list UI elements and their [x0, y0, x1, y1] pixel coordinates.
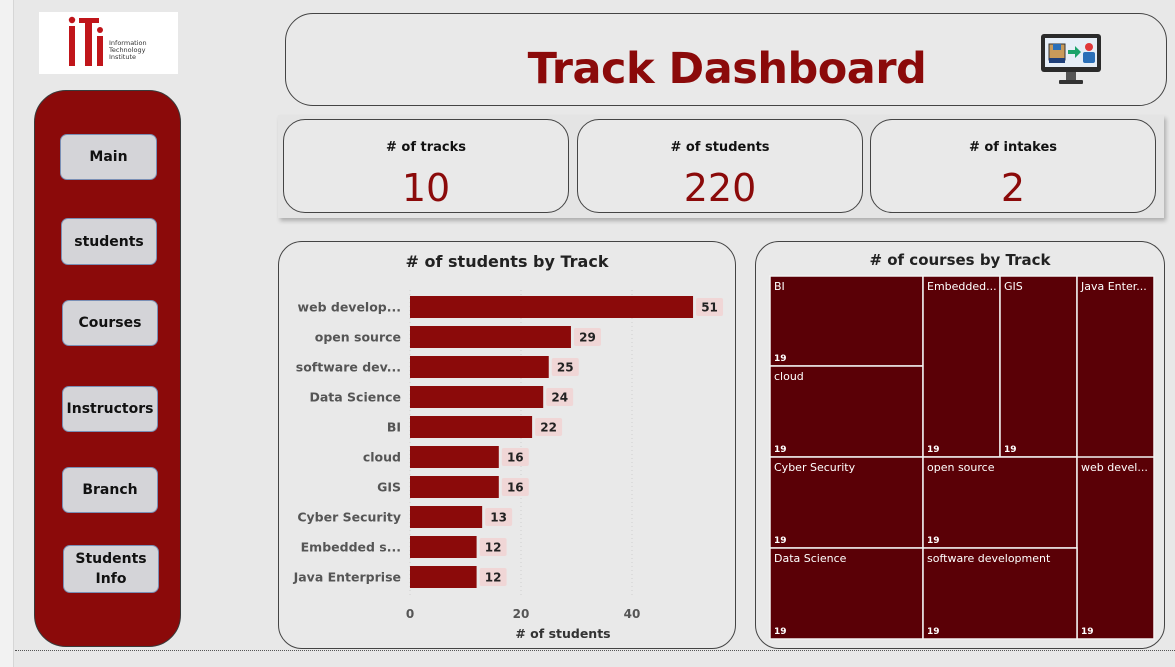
bar[interactable] [410, 536, 477, 558]
bar[interactable] [410, 476, 499, 498]
nav-button-instructors[interactable]: Instructors [62, 386, 158, 432]
treemap-tile[interactable] [769, 275, 924, 367]
treemap-tile-label: Java Enter... [1080, 280, 1147, 293]
data-label: 16 [507, 481, 524, 495]
nav-button-main[interactable]: Main [60, 134, 157, 180]
kpi-label: # of tracks [385, 140, 467, 155]
treemap-tile-label: cloud [774, 370, 804, 383]
nav-button-students[interactable]: students [61, 218, 157, 265]
page-title: Track Dashboard [527, 44, 927, 94]
treemap-tile-label: web devel... [1081, 461, 1148, 474]
kpi-label: # of intakes [968, 140, 1058, 155]
data-label: 13 [490, 511, 507, 525]
data-label: 25 [557, 361, 574, 375]
data-label: 51 [701, 301, 718, 315]
courses-by-track-panel: # of courses by Track BI 19 cloud 19 Embedde… [755, 241, 1165, 649]
y-category-label: GIS [377, 480, 401, 495]
treemap-tile[interactable] [999, 275, 1078, 458]
y-category-label: open source [315, 330, 401, 345]
treemap-tile-label: software development [927, 552, 1051, 565]
bar[interactable] [410, 386, 544, 408]
treemap-tile[interactable] [922, 275, 1001, 458]
treemap-tile-value: 19 [927, 536, 940, 546]
treemap-tile[interactable] [1076, 456, 1155, 640]
students-by-track-panel: # of students by Track 0 20 40 web develop.… [278, 241, 736, 649]
x-tick-label: 0 [406, 607, 414, 621]
kpi-value: 220 [683, 166, 757, 210]
y-category-label: web develop... [298, 300, 401, 315]
treemap-tile-value: 19 [927, 627, 940, 637]
courses-treemap: BI 19 cloud 19 Embedded... 19 GIS 19 Java Enter.… [769, 275, 1155, 640]
logo-caption: Information Technology Institute [109, 39, 147, 61]
treemap-tile-value: 19 [774, 354, 787, 364]
kpi-card-tracks: # of tracks 10 [283, 119, 569, 213]
monitor-transfer-icon [1041, 34, 1101, 84]
treemap-tile-label: BI [774, 280, 785, 293]
treemap-tile-value: 19 [1081, 627, 1094, 637]
kpi-value: 10 [401, 166, 451, 210]
y-category-label: software dev... [296, 360, 401, 375]
x-tick-label: 20 [513, 607, 530, 621]
bar[interactable] [410, 296, 694, 318]
data-label: 12 [485, 571, 502, 585]
treemap-tile-label: GIS [1004, 280, 1023, 293]
nav-button-branch[interactable]: Branch [62, 467, 158, 513]
bar[interactable] [410, 566, 477, 588]
nav-button-courses[interactable]: Courses [62, 300, 158, 346]
left-edge-strip [0, 0, 14, 667]
kpi-card-intakes: # of intakes 2 [870, 119, 1156, 213]
data-label: 12 [485, 541, 502, 555]
x-axis-title: # of students [515, 626, 610, 641]
bar[interactable] [410, 446, 499, 468]
data-label: 29 [579, 331, 596, 345]
x-tick-label: 40 [624, 607, 641, 621]
bar[interactable] [410, 416, 533, 438]
iti-logo: Information Technology Institute [39, 12, 178, 74]
y-category-label: BI [387, 420, 401, 435]
y-category-label: Embedded s... [301, 540, 401, 555]
iti-logo-mark [68, 16, 103, 66]
treemap-tile-label: open source [927, 461, 995, 474]
bottom-divider [15, 650, 1175, 651]
treemap-tile-label: Data Science [774, 552, 847, 565]
treemap-tile-value: 19 [774, 627, 787, 637]
y-category-label: Cyber Security [297, 510, 401, 525]
bar[interactable] [410, 356, 549, 378]
header-banner: Track Dashboard [285, 13, 1167, 106]
bar[interactable] [410, 326, 571, 348]
nav-button-students-info[interactable]: Students Info [63, 545, 159, 593]
y-category-label: cloud [363, 450, 401, 465]
treemap-tile-label: Embedded... [927, 280, 997, 293]
treemap-tile-value: 19 [774, 536, 787, 546]
bar[interactable] [410, 506, 483, 528]
treemap-tile-value: 19 [774, 445, 787, 455]
treemap-tile-value: 19 [1004, 445, 1017, 455]
data-label: 16 [507, 451, 524, 465]
students-bar-chart: 0 20 40 web develop... 51 open source 29 softwa… [293, 290, 724, 641]
treemap-tile-value: 19 [927, 445, 940, 455]
y-category-label: Java Enterprise [293, 570, 401, 585]
kpi-card-students: # of students 220 [577, 119, 863, 213]
y-category-label: Data Science [309, 390, 401, 405]
data-label: 22 [540, 421, 557, 435]
treemap-tile-label: Cyber Security [774, 461, 856, 474]
kpi-label: # of students [670, 140, 770, 155]
data-label: 24 [551, 391, 568, 405]
kpi-value: 2 [1000, 166, 1026, 210]
